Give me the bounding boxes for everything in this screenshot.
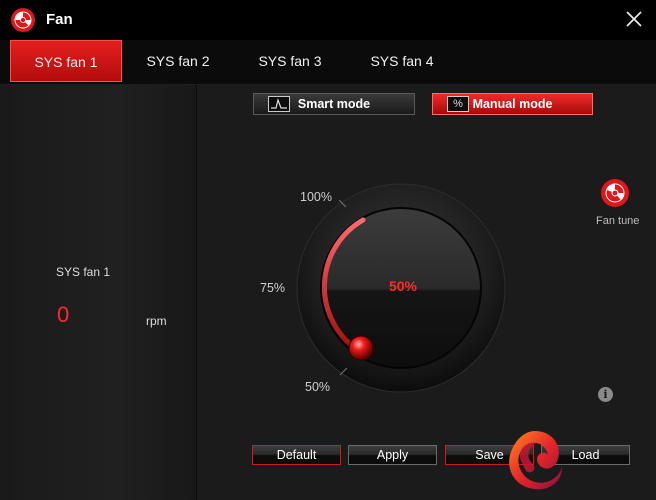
fan-tune-label: Fan tune	[596, 215, 640, 227]
smart-mode-button[interactable]: Smart mode	[253, 93, 415, 115]
percent-icon: %	[447, 96, 469, 112]
dial-tick-75: 75%	[260, 281, 286, 295]
tab-sys-fan-1[interactable]: SYS fan 1	[10, 40, 122, 82]
smart-mode-label: Smart mode	[297, 97, 371, 111]
manual-mode-label: Manual mode	[472, 97, 553, 111]
curve-graph-icon	[268, 96, 290, 112]
fan-tune-icon[interactable]	[600, 178, 630, 208]
dial-handle[interactable]	[348, 335, 374, 361]
dial-value-label: 50%	[389, 278, 418, 294]
fan-speed-dial[interactable]: 50%	[296, 183, 506, 393]
fan-status-panel: SYS fan 1 0 rpm	[0, 85, 197, 500]
manual-mode-button[interactable]: % Manual mode	[432, 93, 593, 115]
watermark-logo	[509, 431, 562, 490]
window-title: Fan	[46, 11, 73, 28]
tab-sys-fan-4[interactable]: SYS fan 4	[346, 40, 458, 82]
fan-rpm-value: 0	[57, 302, 70, 327]
tab-sys-fan-2[interactable]: SYS fan 2	[122, 40, 234, 82]
default-button[interactable]: Default	[252, 445, 341, 465]
fan-rpm-unit: rpm	[146, 314, 167, 328]
title-bar: Fan	[0, 0, 656, 40]
msi-dragon-logo-icon	[11, 8, 35, 32]
tab-sys-fan-3[interactable]: SYS fan 3	[234, 40, 346, 82]
close-icon[interactable]	[622, 7, 646, 31]
fan-tab-bar: SYS fan 1 SYS fan 2 SYS fan 3 SYS fan 4	[0, 40, 656, 85]
fan-name-label: SYS fan 1	[56, 265, 111, 279]
info-icon[interactable]: i	[598, 387, 613, 402]
apply-button[interactable]: Apply	[348, 445, 437, 465]
